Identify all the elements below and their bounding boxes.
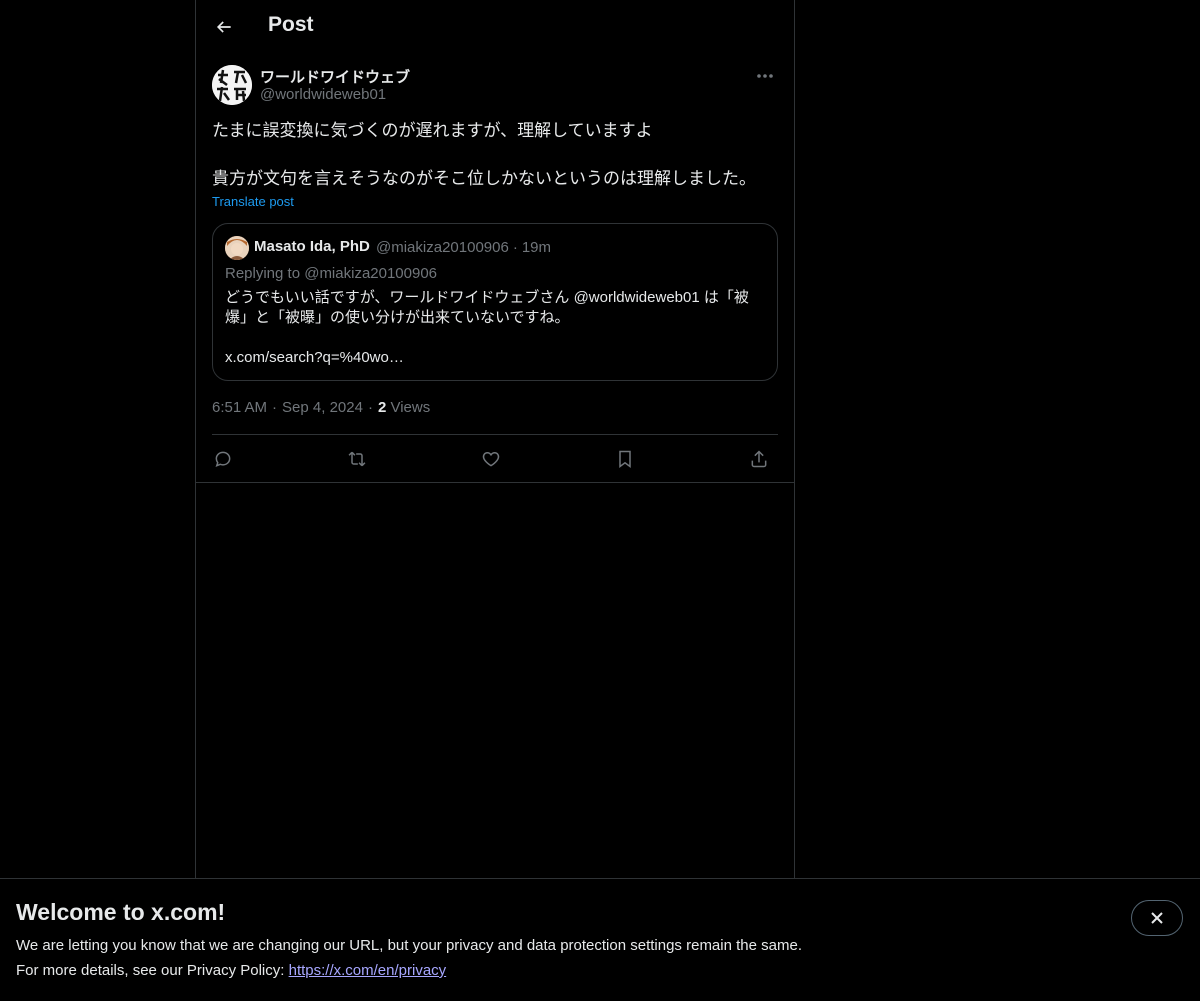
quote-author-name: Masato Ida, PhD <box>254 238 370 255</box>
quote-time: 19m <box>521 239 551 256</box>
quote-replying-to: Replying to @miakiza20100906 <box>225 265 438 282</box>
post-time[interactable]: 6:51 AM <box>212 399 267 416</box>
quote-link: x.com/search?q=%40wo… <box>225 349 404 366</box>
repost-icon <box>348 451 366 467</box>
privacy-policy-link[interactable]: https://x.com/en/privacy <box>289 962 447 979</box>
quote-author-avatar <box>225 236 249 260</box>
share-button[interactable] <box>744 444 774 474</box>
repost-button[interactable] <box>342 444 372 474</box>
author-handle[interactable]: @worldwideweb01 <box>260 86 386 103</box>
author-name[interactable]: ワールドワイドウェブ <box>260 66 410 87</box>
share-icon <box>751 450 767 468</box>
banner-privacy-line: For more details, see our Privacy Policy… <box>16 962 446 979</box>
calligraphy-avatar-image <box>212 65 252 105</box>
close-banner-button[interactable] <box>1131 900 1183 936</box>
reply-icon <box>215 451 231 467</box>
quote-body-line: 爆」と「被曝」の使い分けが出来ていないですね。 <box>225 309 570 326</box>
like-icon <box>482 451 500 467</box>
page-header: Post <box>196 0 794 54</box>
views-label: Views <box>390 399 431 416</box>
post-date[interactable]: Sep 4, 2024 <box>282 399 363 416</box>
quote-body: どうでもいい話ですが、ワールドワイドウェブさん @worldwideweb01 … <box>225 288 765 328</box>
post-meta: 6:51 AM · Sep 4, 2024 · 2 Views <box>212 399 431 416</box>
action-bar <box>212 444 778 474</box>
reply-button[interactable] <box>208 444 238 474</box>
back-arrow-icon <box>216 21 231 33</box>
close-icon <box>1151 912 1163 924</box>
banner-title: Welcome to x.com! <box>16 899 226 925</box>
primary-column: Post ワールドワイドウェブ @worldwideweb01 たまに誤変換に気… <box>195 0 795 878</box>
more-button[interactable] <box>752 66 778 86</box>
divider <box>212 434 778 435</box>
post-bottom-border <box>196 482 794 483</box>
like-button[interactable] <box>476 444 506 474</box>
banner-privacy-text: For more details, see our Privacy Policy… <box>16 962 285 979</box>
person-avatar-image <box>225 236 249 260</box>
post-text-line: 貴方が文句を言えそうなのがそこ位しかないというのは理解しました。 <box>212 169 756 188</box>
quote-author-handle: @miakiza20100906 <box>376 239 509 256</box>
welcome-banner: Welcome to x.com! We are letting you kno… <box>0 878 1200 1001</box>
quote-body-line: どうでもいい話ですが、ワールドワイドウェブさん @worldwideweb01 … <box>225 289 749 306</box>
post-text-line: たまに誤変換に気づくのが遅れますが、理解していますよ <box>212 121 653 140</box>
more-icon <box>757 74 773 78</box>
post-author: ワールドワイドウェブ @worldwideweb01 <box>212 64 778 106</box>
bookmark-button[interactable] <box>610 444 640 474</box>
translate-post-link[interactable]: Translate post <box>212 194 294 209</box>
author-avatar[interactable] <box>212 65 252 105</box>
banner-message: We are letting you know that we are chan… <box>16 937 802 954</box>
page-title: Post <box>268 13 314 36</box>
post-text: たまに誤変換に気づくのが遅れますが、理解していますよ 貴方が文句を言えそうなのが… <box>212 119 778 191</box>
bookmark-icon <box>619 450 631 468</box>
quote-meta: @miakiza20100906 · 19m <box>376 239 551 256</box>
quoted-post[interactable]: Masato Ida, PhD @miakiza20100906 · 19m Rep… <box>212 223 778 381</box>
back-button[interactable] <box>208 10 240 44</box>
views-count: 2 <box>377 399 387 416</box>
